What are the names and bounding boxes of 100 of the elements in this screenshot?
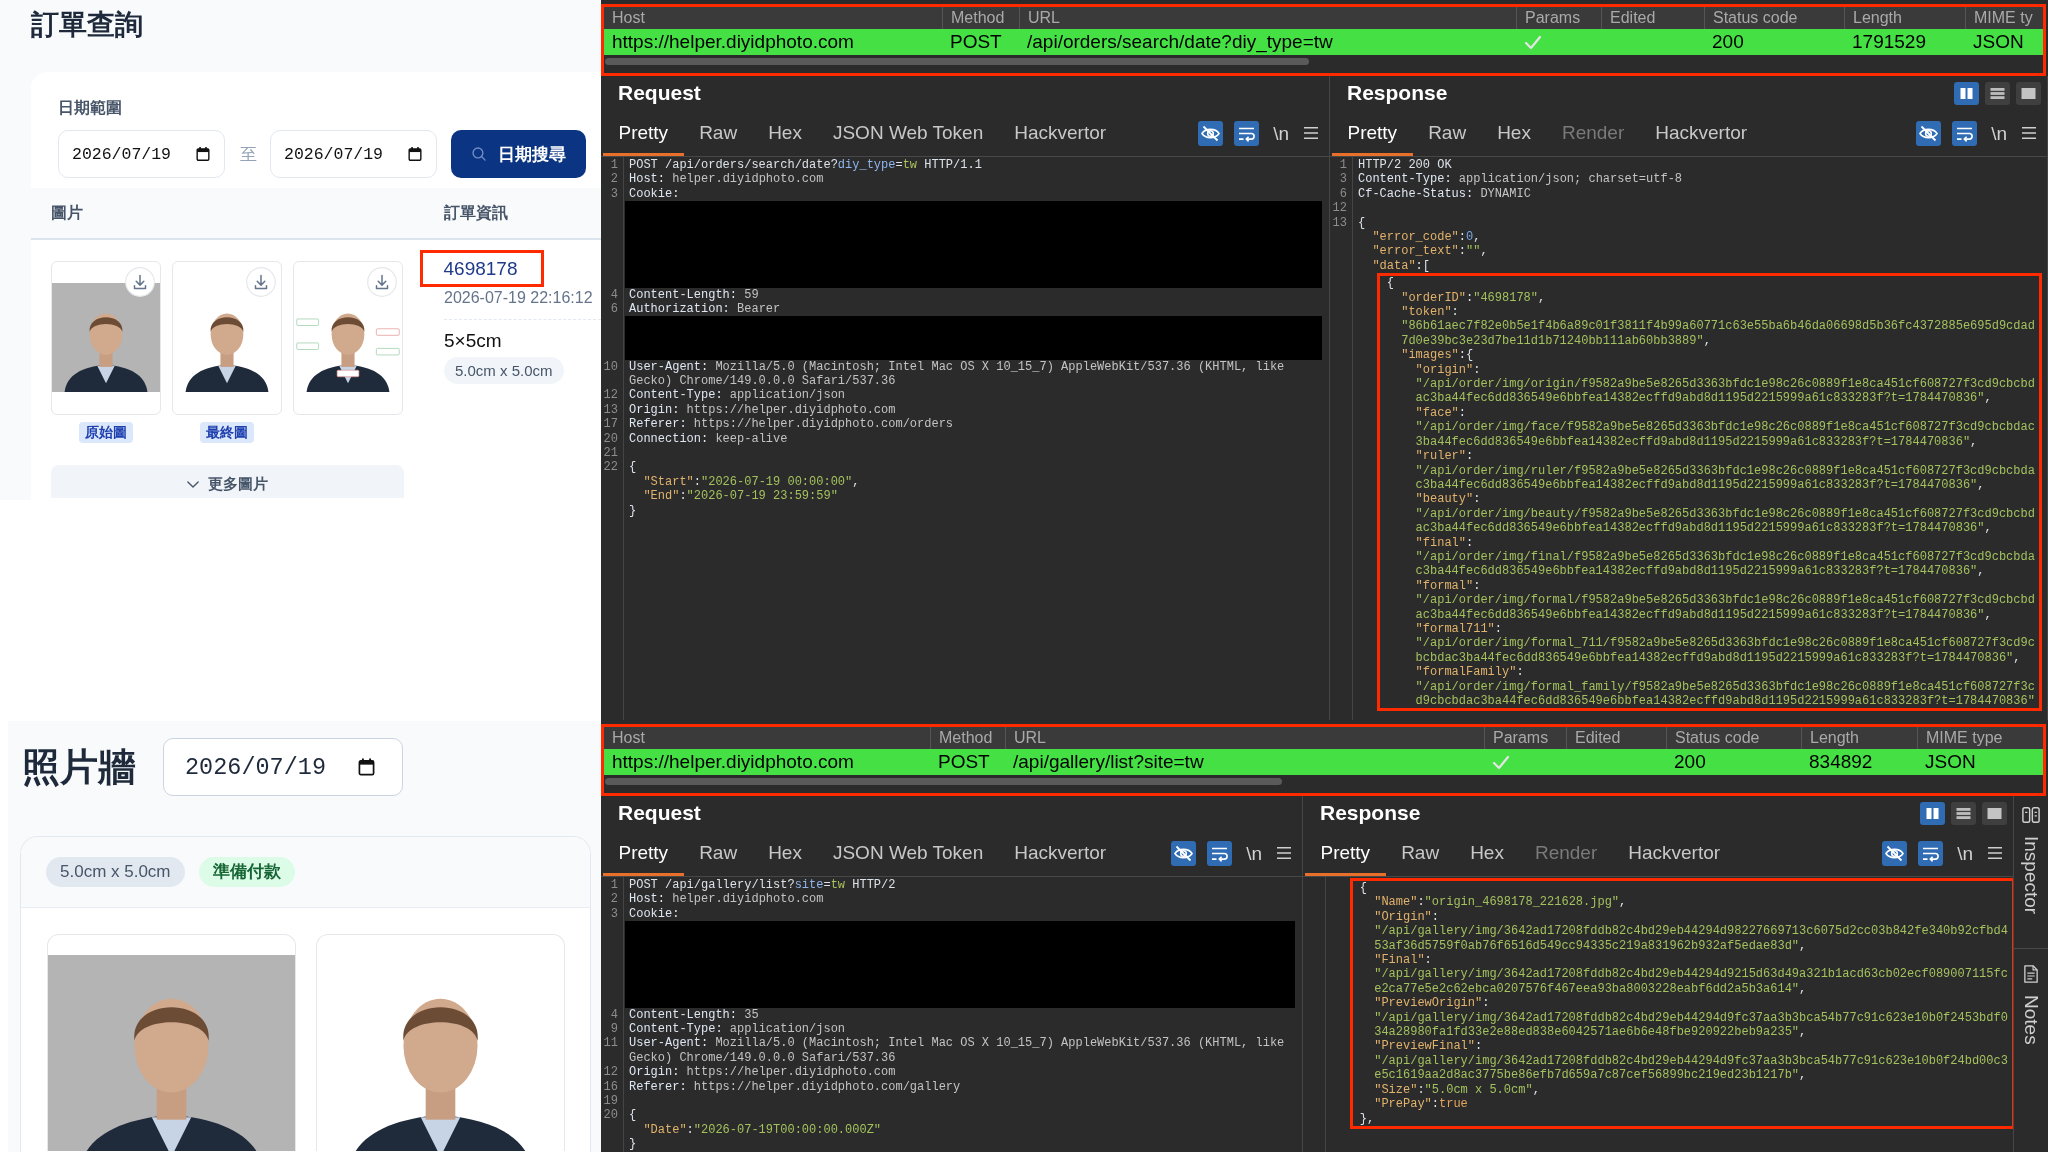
code-line: POST /api/gallery/list?site=tw HTTP/2 [629, 878, 897, 893]
code-line: Referer: https://helper.diyidphoto.com/gallery [629, 1079, 962, 1095]
viewer-tab[interactable]: JSON Web Token [817, 830, 999, 876]
order-id-link[interactable]: 4698178 [443, 257, 518, 280]
download-icon[interactable] [125, 267, 155, 297]
search-icon [471, 147, 486, 161]
menu-icon[interactable] [1987, 846, 2003, 860]
line-number: 16 [602, 1079, 619, 1095]
table-cell-text: JSON [1972, 30, 2025, 54]
code-line: { [629, 460, 638, 475]
line-number: 21 [602, 446, 619, 461]
eye-slash-icon[interactable] [1171, 840, 1197, 866]
text-wrap-icon[interactable] [1952, 120, 1978, 146]
date-field[interactable]: 2026/07/19 [58, 130, 225, 178]
menu-icon[interactable] [2021, 126, 2037, 140]
newline-toggle[interactable]: \n [1988, 120, 2010, 146]
line-number: 4 [609, 1007, 619, 1022]
viewer-tab[interactable]: Raw [683, 110, 753, 156]
code-line: Origin: https://helper.diyidphoto.com [629, 402, 897, 418]
viewer-tab[interactable]: Hex [1481, 110, 1547, 156]
viewer-tab[interactable]: Hackvertor [1612, 830, 1736, 876]
horizontal-scrollbar[interactable] [605, 778, 1282, 785]
line-number: 12 [602, 1065, 619, 1080]
newline-toggle[interactable]: \n [1270, 120, 1292, 146]
viewer-tab[interactable]: JSON Web Token [817, 110, 999, 156]
page-title: 訂單查詢 [31, 8, 143, 42]
viewer-tab[interactable]: Pretty [1305, 830, 1386, 876]
panel-icon [2022, 806, 2040, 824]
eye-slash-icon[interactable] [1916, 120, 1942, 146]
code-line: "/api/order/img/formal_family/f9582a9be5e8265d3363bfdc1e98c26c0889f1e8ca451cf608727f3cd9cbcbdac3ba44fec6dd836549e6bbfea14382ecffd9abd8d1195d2215999a61c833283f?t=1784470836" [1414, 679, 2036, 709]
line-number: 10 [602, 359, 619, 374]
split-columns-icon[interactable] [1920, 801, 1945, 825]
code-line: Content-Type: application/json; charset=utf-8 [1358, 172, 1684, 187]
image-tag: 最終圖 [200, 422, 254, 443]
code-line: Content-Length: 59 [629, 287, 760, 302]
table-cell-text: https://helper.diyidphoto.com [611, 30, 855, 54]
range-separator: 至 [240, 143, 257, 166]
split-rows-icon[interactable] [1951, 801, 1976, 825]
viewer-tab[interactable]: Hex [1454, 830, 1520, 876]
line-number: 19 [602, 1094, 619, 1109]
horizontal-scrollbar[interactable] [605, 58, 1309, 65]
single-pane-icon[interactable] [2016, 81, 2041, 105]
code-line: "/api/gallery/img/3642ad17208fddb82c4bd29eb44294d98227669713c6075d2cc03b842fe340b92cfbd453af36d5759f0ab76f6516d549cc94335c219a831962b932af5edae83d", [1373, 924, 2009, 954]
menu-icon[interactable] [1303, 126, 1319, 140]
thumbnail-card[interactable] [293, 261, 403, 415]
text-wrap-icon[interactable] [1207, 840, 1233, 866]
viewer-tab[interactable]: Pretty [603, 830, 684, 876]
eye-slash-icon[interactable] [1198, 120, 1224, 146]
code-line: "error_text":"", [1371, 244, 1489, 259]
code-line: "face": [1414, 405, 1467, 421]
newline-toggle[interactable]: \n [1954, 840, 1976, 866]
viewer-tab[interactable]: Raw [683, 830, 753, 876]
code-line: "/api/gallery/img/3642ad17208fddb82c4bd29eb44294d9fc37aa3b3bca54b77c91c623e10b0f24bd00c3e5c1619aa2d8ac3775be86efb7d659a7c87cef56899bc219ed23b1217b", [1373, 1053, 2009, 1083]
code-line: "Size":"5.0cm x 5.0cm", [1373, 1082, 1541, 1098]
line-number: 20 [602, 431, 619, 447]
viewer-tab[interactable]: Raw [1412, 110, 1482, 156]
text-wrap-icon[interactable] [1918, 840, 1944, 866]
viewer-tab[interactable]: Pretty [603, 110, 684, 156]
side-panel-tab[interactable]: Inspector [2014, 796, 2048, 950]
download-icon[interactable] [246, 267, 276, 297]
code-line: }, [1358, 1111, 1376, 1126]
text-wrap-icon[interactable] [1234, 120, 1260, 146]
table-cell-text: 834892 [1808, 750, 1874, 774]
viewer-tab[interactable]: Pretty [1332, 110, 1413, 156]
code-line: "/api/gallery/img/3642ad17208fddb82c4bd29eb44294d9215d63d49a321b1acd63cb02ecf089007115fce2ca77e5e2c62ebca0207576f467eea93ba8003228eabf6dd2a5b3a614", [1373, 967, 2009, 997]
viewer-tab[interactable]: Hackvertor [998, 110, 1122, 156]
line-number: 2 [609, 892, 619, 907]
history-row[interactable]: https://helper.diyidphoto.com POST /api/orders/search/date?diy_type=tw 200 1791529 JSON [604, 29, 2043, 55]
thumbnail-card[interactable] [51, 261, 161, 415]
split-columns-icon[interactable] [1954, 81, 1979, 105]
size-label: 5×5cm [444, 329, 502, 353]
line-number: 17 [602, 417, 619, 432]
column-header[interactable]: Host [604, 727, 930, 749]
status-tag: 準備付款 [198, 857, 295, 887]
newline-toggle[interactable]: \n [1243, 840, 1265, 866]
column-header[interactable]: Host [604, 7, 942, 29]
code-line: "Final": [1373, 953, 1433, 968]
viewer-tab[interactable]: Raw [1385, 830, 1455, 876]
date-field[interactable]: 2026/07/19 [163, 738, 403, 796]
image-tag: 原始圖 [79, 422, 133, 443]
download-icon[interactable] [367, 267, 397, 297]
search-button[interactable]: 日期搜尋 [451, 130, 586, 178]
eye-slash-icon[interactable] [1882, 840, 1908, 866]
split-rows-icon[interactable] [1985, 81, 2010, 105]
code-line: } [629, 1137, 638, 1152]
viewer-tab[interactable]: Hackvertor [1639, 110, 1763, 156]
code-line: "final": [1414, 535, 1475, 550]
viewer-tab[interactable]: Hex [752, 830, 818, 876]
line-number: 3 [609, 906, 619, 922]
code-line: "data":[ [1371, 258, 1431, 274]
side-panel-tab[interactable]: Notes [2014, 949, 2048, 1045]
code-line: "Start":"2026-07-19 00:00:00", [642, 474, 861, 490]
history-row[interactable]: https://helper.diyidphoto.com POST /api/gallery/list?site=tw 200 834892 JSON [604, 749, 2043, 775]
more-images-button[interactable]: 更多圖片 [51, 465, 404, 498]
date-field[interactable]: 2026/07/19 [270, 130, 437, 178]
thumbnail-card[interactable] [172, 261, 282, 415]
viewer-tab[interactable]: Hackvertor [998, 830, 1122, 876]
single-pane-icon[interactable] [1982, 801, 2007, 825]
menu-icon[interactable] [1276, 846, 1292, 860]
viewer-tab[interactable]: Hex [752, 110, 818, 156]
